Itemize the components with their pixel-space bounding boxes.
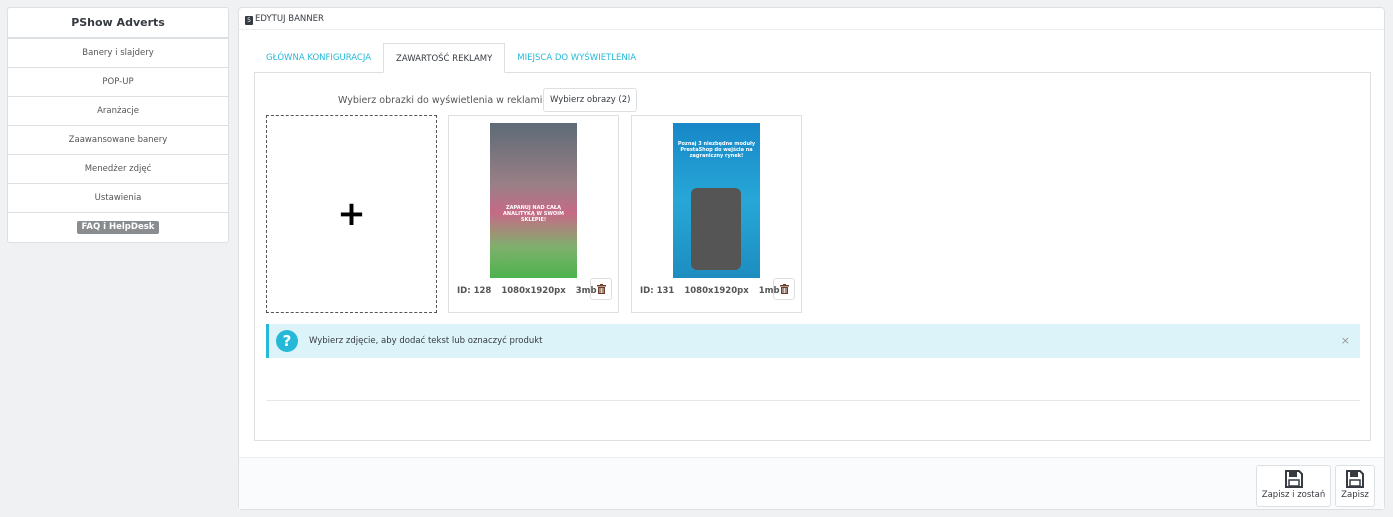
pick-images-label: Wybierz obrazki do wyświetlenia w reklam… xyxy=(338,95,549,106)
question-icon: ? xyxy=(276,330,298,352)
info-alert: ? Wybierz zdjęcie, aby dodać tekst lub o… xyxy=(266,324,1360,358)
save-icon xyxy=(1284,470,1303,488)
alert-text: Wybierz zdjęcie, aby dodać tekst lub ozn… xyxy=(309,336,543,346)
save-and-stay-label: Zapisz i zostań xyxy=(1261,490,1326,500)
sidebar-title: PShow Adverts xyxy=(8,8,228,39)
panel-title: EDYTUJ BANNER xyxy=(255,14,324,24)
close-alert-button[interactable]: × xyxy=(1341,334,1350,347)
delete-image-button[interactable] xyxy=(773,278,795,300)
pick-images-button[interactable]: Wybierz obrazy (2) xyxy=(543,88,638,112)
delete-image-button[interactable] xyxy=(590,278,612,300)
thumbnail-headline: ZAPANUJ NAD CAŁĄ ANALITYKĄ W SWOIM SKLEP… xyxy=(503,205,564,223)
sidebar-item-popup[interactable]: POP-UP xyxy=(8,68,228,97)
image-thumbnail[interactable]: ZAPANUJ NAD CAŁĄ ANALITYKĄ W SWOIM SKLEP… xyxy=(490,123,577,278)
image-meta: ID: 131 1080x1920px 1mb xyxy=(640,286,780,296)
image-meta: ID: 128 1080x1920px 3mb xyxy=(457,286,597,296)
tab-main-config[interactable]: GŁÓWNA KONFIGURACJA xyxy=(254,43,383,73)
sidebar-item-advanced-banners[interactable]: Zaawansowane banery xyxy=(8,126,228,155)
image-card[interactable]: ZAPANUJ NAD CAŁĄ ANALITYKĄ W SWOIM SKLEP… xyxy=(448,115,619,313)
save-icon xyxy=(1346,470,1364,488)
trash-icon xyxy=(779,284,789,294)
image-id: ID: 128 xyxy=(457,286,492,296)
tabs: GŁÓWNA KONFIGURACJA ZAWARTOŚĆ REKLAMY MI… xyxy=(254,43,648,73)
thumbnail-headline: Poznaj 3 niezbędne moduły PrestaShop do … xyxy=(677,141,756,159)
plus-icon: + xyxy=(337,194,366,234)
tab-display-places[interactable]: MIEJSCA DO WYŚWIETLENIA xyxy=(505,43,648,73)
sidebar: PShow Adverts Banery i slajdery POP-UP A… xyxy=(7,7,229,243)
image-id: ID: 131 xyxy=(640,286,675,296)
image-thumbnail[interactable]: Poznaj 3 niezbędne moduły PrestaShop do … xyxy=(673,123,760,278)
sidebar-item-banners[interactable]: Banery i slajdery xyxy=(8,39,228,68)
sidebar-item-image-manager[interactable]: Menedżer zdjęć xyxy=(8,155,228,184)
image-card[interactable]: Poznaj 3 niezbędne moduły PrestaShop do … xyxy=(631,115,802,313)
panel-footer: Zapisz i zostań Zapisz xyxy=(239,457,1384,509)
save-and-stay-button[interactable]: Zapisz i zostań xyxy=(1256,465,1331,507)
divider xyxy=(266,400,1360,401)
add-image-button[interactable]: + xyxy=(266,115,437,313)
sidebar-item-settings[interactable]: Ustawienia xyxy=(8,184,228,213)
sidebar-item-faq[interactable]: FAQ i HelpDesk xyxy=(8,213,228,242)
html5-icon: 5 xyxy=(245,16,253,25)
tab-ad-content[interactable]: ZAWARTOŚĆ REKLAMY xyxy=(383,43,506,73)
trash-icon xyxy=(596,284,606,294)
tab-content: Wybierz obrazki do wyświetlenia w reklam… xyxy=(254,72,1371,441)
panel-heading: 5 EDYTUJ BANNER xyxy=(239,8,1384,30)
sidebar-item-arrangements[interactable]: Aranżacje xyxy=(8,97,228,126)
save-button[interactable]: Zapisz xyxy=(1335,465,1375,507)
image-dims: 1080x1920px xyxy=(501,286,566,296)
save-label: Zapisz xyxy=(1341,490,1369,500)
image-dims: 1080x1920px xyxy=(684,286,749,296)
edit-banner-panel: 5 EDYTUJ BANNER GŁÓWNA KONFIGURACJA ZAWAR… xyxy=(238,7,1385,510)
faq-badge[interactable]: FAQ i HelpDesk xyxy=(76,221,160,234)
